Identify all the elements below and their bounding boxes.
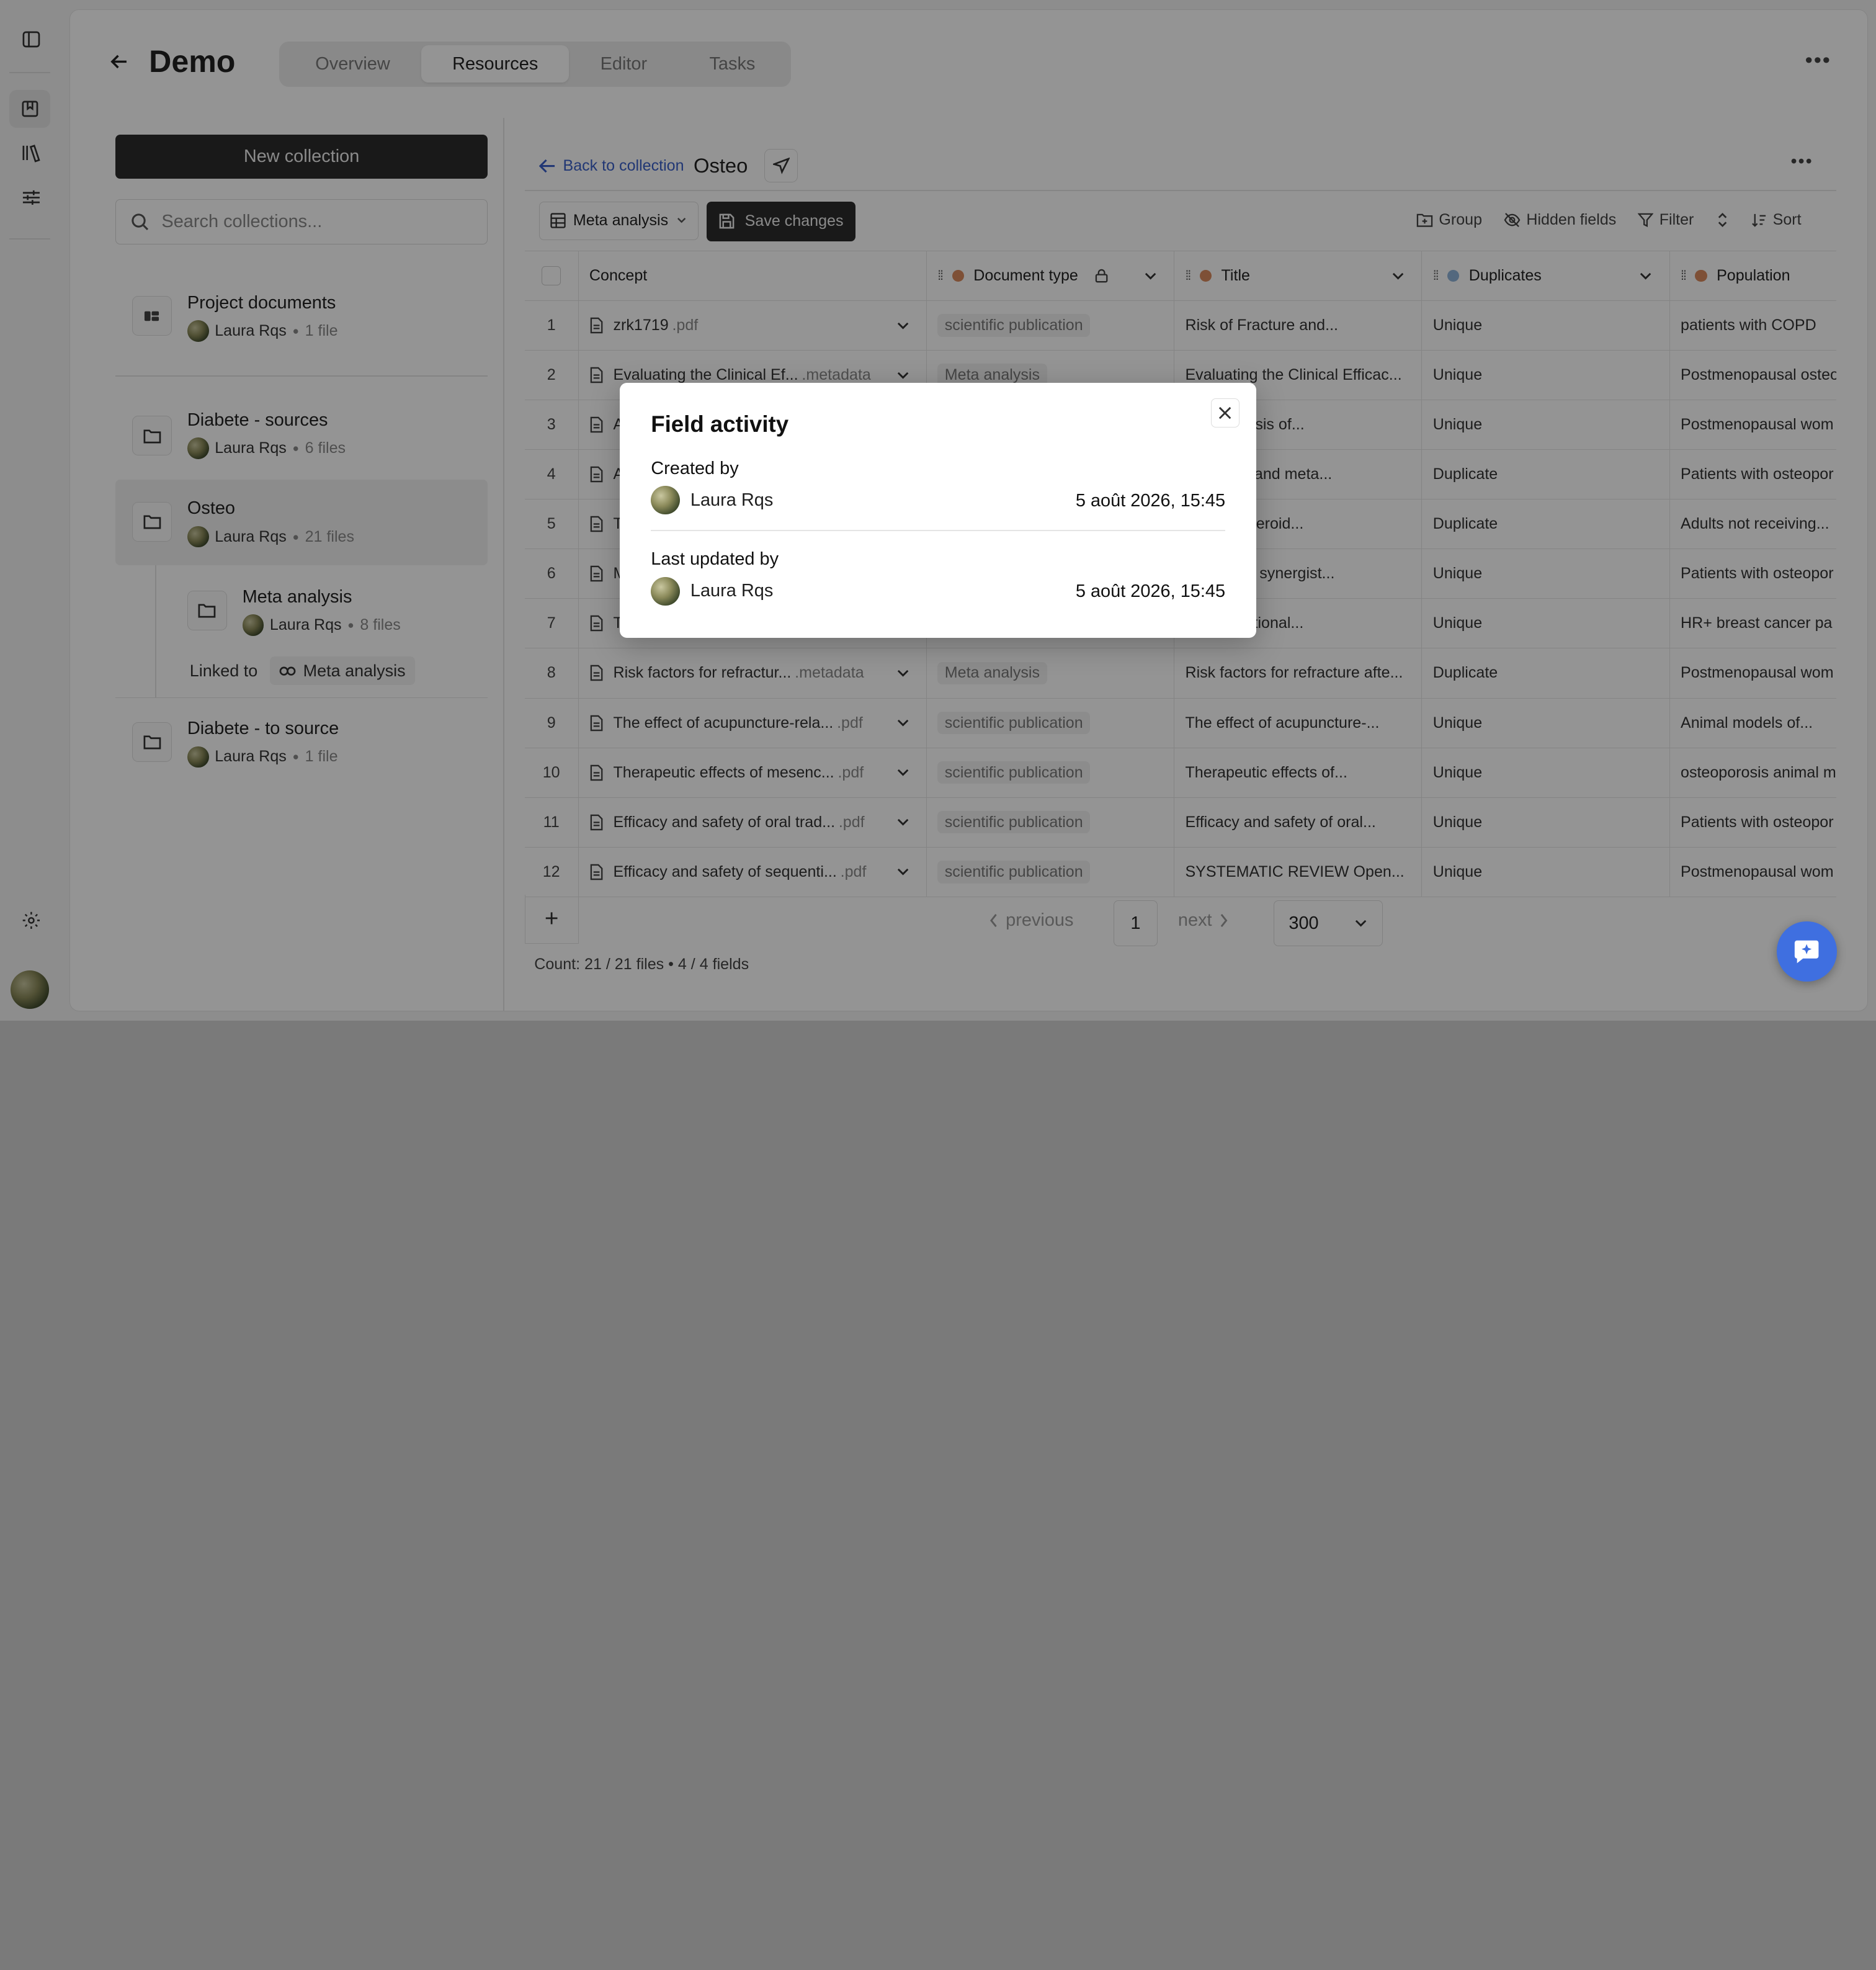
chat-sparkle-icon — [1795, 941, 1819, 964]
modal-divider — [651, 530, 1226, 532]
field-activity-modal: Field activity Created by Laura Rqs 5 ao… — [620, 383, 1257, 638]
last-updated-label: Last updated by — [651, 549, 779, 570]
avatar — [651, 576, 680, 606]
created-by-label: Created by — [651, 458, 739, 478]
created-user-name: Laura Rqs — [690, 490, 774, 510]
created-by-user: Laura Rqs — [651, 486, 774, 515]
updated-date: 5 août 2026, 15:45 — [1075, 581, 1226, 602]
updated-user-name: Laura Rqs — [690, 581, 774, 601]
app-root: Demo Overview Resources Editor Tasks •••… — [0, 0, 1876, 1021]
created-date: 5 août 2026, 15:45 — [1075, 490, 1226, 511]
updated-by-user: Laura Rqs — [651, 576, 774, 606]
close-button[interactable] — [1210, 398, 1240, 428]
modal-title: Field activity — [651, 411, 789, 437]
avatar — [651, 486, 680, 515]
chat-button[interactable] — [1777, 921, 1837, 982]
close-icon — [1219, 406, 1231, 419]
